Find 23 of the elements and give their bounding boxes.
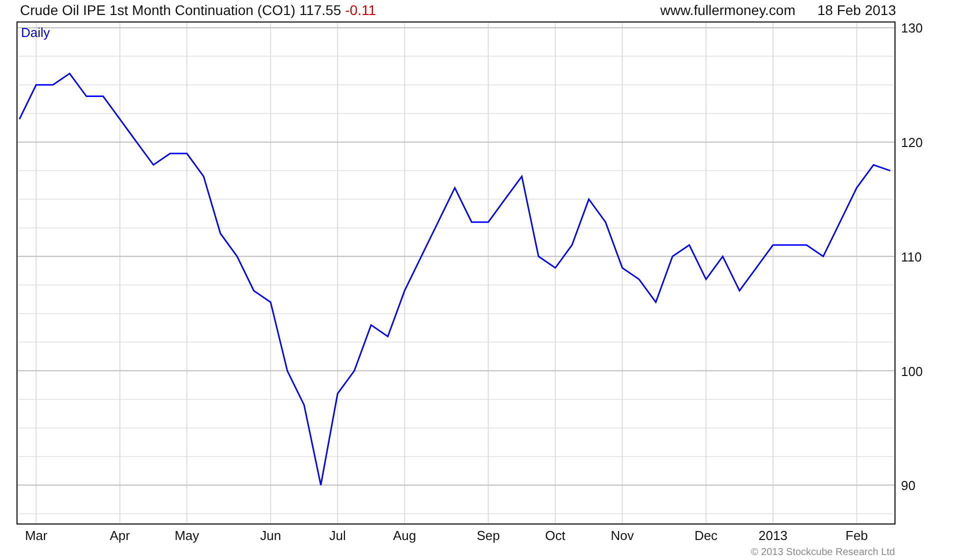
x-tick-label: Oct [545, 528, 566, 543]
x-tick-label: Aug [393, 528, 416, 543]
y-tick-label: 120 [901, 135, 923, 150]
x-tick-label: Nov [610, 528, 634, 543]
x-tick-label: Dec [694, 528, 718, 543]
chart-title: Crude Oil IPE 1st Month Continuation (CO1) 117.55 [20, 2, 342, 18]
x-tick-label: Mar [24, 528, 48, 543]
x-tick-label: Jul [329, 528, 346, 543]
y-tick-label: 110 [901, 249, 922, 264]
x-tick-label: Feb [846, 528, 868, 543]
price-change: -0.11 [345, 2, 376, 18]
source-url: www.fullermoney.com [660, 2, 796, 18]
chart-date: 18 Feb 2013 [817, 2, 896, 18]
x-tick-label: Sep [476, 528, 500, 543]
copyright-text: © 2013 Stockcube Research Ltd [750, 547, 895, 558]
period-label: Daily [21, 25, 50, 40]
y-tick-label: 100 [901, 364, 923, 379]
x-tick-label: Jun [260, 528, 282, 543]
x-tick-label: 2013 [758, 528, 788, 543]
y-tick-label: 90 [901, 478, 916, 494]
x-tick-label: May [174, 528, 200, 543]
y-tick-label: 130 [901, 20, 923, 36]
x-tick-label: Apr [110, 528, 130, 543]
